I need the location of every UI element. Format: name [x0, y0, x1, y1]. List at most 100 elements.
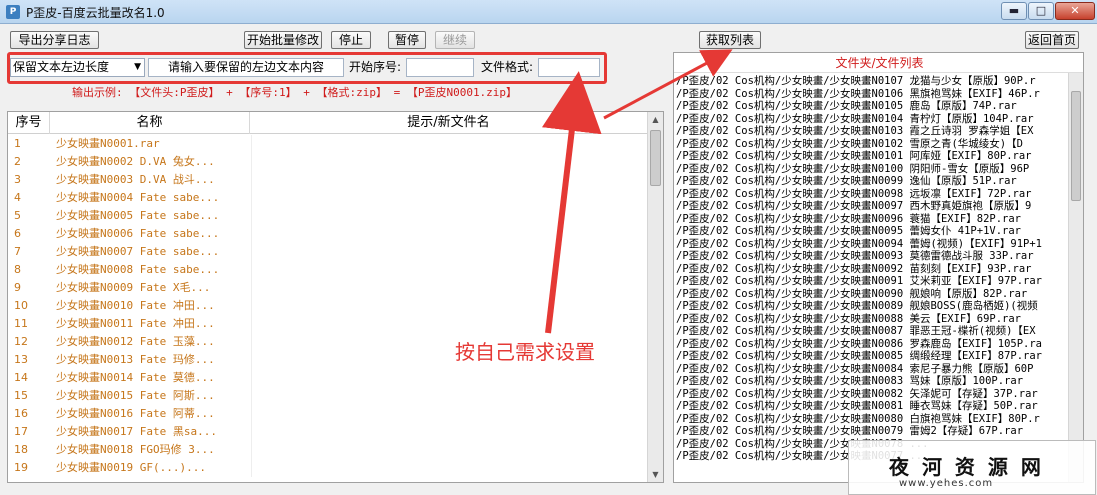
- scroll-thumb[interactable]: [1071, 91, 1081, 201]
- table-row[interactable]: 4 少女映畫N0004 Fate sabe...: [8, 189, 648, 207]
- row-name: 少女映畫N0015 Fate 阿斯...: [56, 389, 215, 402]
- row-name: 少女映畫N0001.rar: [56, 137, 160, 150]
- list-item[interactable]: /P歪皮/02 Cos机构/少女映畫/少女映畫N0085 绸缎经理【EXIF】8…: [676, 350, 1066, 363]
- row-new-name: [251, 171, 252, 189]
- format-label: 文件格式:: [481, 60, 534, 74]
- list-item[interactable]: /P歪皮/02 Cos机构/少女映畫/少女映畫N0099 逸仙【原版】51P.r…: [676, 175, 1066, 188]
- list-item[interactable]: /P歪皮/02 Cos机构/少女映畫/少女映畫N0079 雷姆2【存疑】67P.…: [676, 425, 1066, 438]
- table-scrollbar[interactable]: ▲ ▼: [647, 112, 663, 482]
- file-list: /P歪皮/02 Cos机构/少女映畫/少女映畫N0107 龙猫与少女【原版】90…: [676, 75, 1066, 463]
- file-list-panel[interactable]: 文件夹/文件列表 /P歪皮/02 Cos机构/少女映畫/少女映畫N0107 龙猫…: [673, 52, 1084, 483]
- list-item[interactable]: /P歪皮/02 Cos机构/少女映畫/少女映畫N0092 苗刻刻【EXIF】93…: [676, 263, 1066, 276]
- list-item[interactable]: /P歪皮/02 Cos机构/少女映畫/少女映畫N0084 索尼子暴力熊【原版】6…: [676, 363, 1066, 376]
- format-input[interactable]: [538, 58, 600, 77]
- rename-table[interactable]: 序号 名称 提示/新文件名 1 少女映畫N0001.rar 2 少女映畫N0002 D…: [7, 111, 664, 483]
- watermark-logo: 夜 河 资 源 网 www.yehes.com: [848, 440, 1096, 495]
- back-home-button[interactable]: 返回首页: [1025, 31, 1079, 49]
- list-item[interactable]: /P歪皮/02 Cos机构/少女映畫/少女映畫N0083 骂妹【原版】100P.…: [676, 375, 1066, 388]
- maximize-button[interactable]: □: [1028, 2, 1054, 20]
- output-example-text: 输出示例: 【文件头:P歪皮】 + 【序号:1】 + 【格式:zip】 = 【P…: [72, 86, 518, 99]
- list-item[interactable]: /P歪皮/02 Cos机构/少女映畫/少女映畫N0100 阴阳师-雪女【原版】9…: [676, 163, 1066, 176]
- keep-text-input[interactable]: 请输入要保留的左边文本内容: [148, 58, 344, 77]
- resume-button[interactable]: 继续: [435, 31, 475, 49]
- list-item[interactable]: /P歪皮/02 Cos机构/少女映畫/少女映畫N0086 罗森鹿岛【EXIF】1…: [676, 338, 1066, 351]
- row-name: 少女映畫N0013 Fate 玛修...: [56, 353, 215, 366]
- table-row[interactable]: 3 少女映畫N0003 D.VA 战斗...: [8, 171, 648, 189]
- list-item[interactable]: /P歪皮/02 Cos机构/少女映畫/少女映畫N0096 蓑猫【EXIF】82P…: [676, 213, 1066, 226]
- row-new-name: [251, 441, 252, 459]
- list-item[interactable]: /P歪皮/02 Cos机构/少女映畫/少女映畫N0102 雪原之青(华城绫女)【…: [676, 138, 1066, 151]
- list-item[interactable]: /P歪皮/02 Cos机构/少女映畫/少女映畫N0107 龙猫与少女【原版】90…: [676, 75, 1066, 88]
- file-list-scrollbar[interactable]: [1068, 73, 1083, 482]
- list-item[interactable]: /P歪皮/02 Cos机构/少女映畫/少女映畫N0091 艾米莉亚【EXIF】9…: [676, 275, 1066, 288]
- watermark-title: 夜 河 资 源 网: [889, 455, 1044, 479]
- row-name: 少女映畫N0016 Fate 阿蒂...: [56, 407, 215, 420]
- table-row[interactable]: 1 少女映畫N0001.rar: [8, 135, 648, 153]
- column-header-new-name[interactable]: 提示/新文件名: [250, 112, 648, 134]
- list-item[interactable]: /P歪皮/02 Cos机构/少女映畫/少女映畫N0103 霞之丘诗羽 罗森学姐【…: [676, 125, 1066, 138]
- table-row[interactable]: 5 少女映畫N0005 Fate sabe...: [8, 207, 648, 225]
- scroll-up-icon[interactable]: ▲: [648, 112, 663, 127]
- column-header-no[interactable]: 序号: [8, 112, 50, 134]
- row-name: 少女映畫N0006 Fate sabe...: [56, 227, 220, 240]
- list-item[interactable]: /P歪皮/02 Cos机构/少女映畫/少女映畫N0101 阿库娅【EXIF】80…: [676, 150, 1066, 163]
- list-item[interactable]: /P歪皮/02 Cos机构/少女映畫/少女映畫N0105 鹿岛【原版】74P.r…: [676, 100, 1066, 113]
- fetch-list-button[interactable]: 获取列表: [699, 31, 761, 49]
- scroll-down-icon[interactable]: ▼: [648, 467, 663, 482]
- row-number: 13: [14, 353, 28, 366]
- table-row[interactable]: 19 少女映畫N0019 GF(...)...: [8, 459, 648, 477]
- start-rename-button[interactable]: 开始批量修改: [244, 31, 322, 49]
- annotation-note: 按自己需求设置: [455, 340, 595, 364]
- list-item[interactable]: /P歪皮/02 Cos机构/少女映畫/少女映畫N0098 远坂凛【EXIF】72…: [676, 188, 1066, 201]
- list-item[interactable]: /P歪皮/02 Cos机构/少女映畫/少女映畫N0106 黑旗袍骂妹【EXIF】…: [676, 88, 1066, 101]
- export-log-button[interactable]: 导出分享日志: [10, 31, 99, 49]
- column-header-name[interactable]: 名称: [50, 112, 250, 134]
- row-number: 4: [14, 191, 21, 204]
- row-new-name: [251, 423, 252, 441]
- table-row[interactable]: 2 少女映畫N0002 D.VA 兔女...: [8, 153, 648, 171]
- row-number: 6: [14, 227, 21, 240]
- close-button[interactable]: ✕: [1055, 2, 1095, 20]
- list-item[interactable]: /P歪皮/02 Cos机构/少女映畫/少女映畫N0095 蕾姆女仆 41P+1V…: [676, 225, 1066, 238]
- mode-select[interactable]: 保留文本左边长度 ▼: [10, 58, 145, 77]
- list-item[interactable]: /P歪皮/02 Cos机构/少女映畫/少女映畫N0088 美云【EXIF】69P…: [676, 313, 1066, 326]
- table-row[interactable]: 8 少女映畫N0008 Fate sabe...: [8, 261, 648, 279]
- table-row[interactable]: 7 少女映畫N0007 Fate sabe...: [8, 243, 648, 261]
- serial-input[interactable]: [406, 58, 474, 77]
- list-item[interactable]: /P歪皮/02 Cos机构/少女映畫/少女映畫N0093 莫德雷德战斗服 33P…: [676, 250, 1066, 263]
- list-item[interactable]: /P歪皮/02 Cos机构/少女映畫/少女映畫N0089 舰娘BOSS(鹿岛栖姬…: [676, 300, 1066, 313]
- list-item[interactable]: /P歪皮/02 Cos机构/少女映畫/少女映畫N0097 西木野真姫旗袍【原版】…: [676, 200, 1066, 213]
- table-row[interactable]: 11 少女映畫N0011 Fate 冲田...: [8, 315, 648, 333]
- row-number: 16: [14, 407, 28, 420]
- row-new-name: [251, 387, 252, 405]
- table-row[interactable]: 14 少女映畫N0014 Fate 莫德...: [8, 369, 648, 387]
- row-new-name: [251, 351, 252, 369]
- table-row[interactable]: 10 少女映畫N0010 Fate 冲田...: [8, 297, 648, 315]
- list-item[interactable]: /P歪皮/02 Cos机构/少女映畫/少女映畫N0090 舰娘响【原版】82P.…: [676, 288, 1066, 301]
- list-item[interactable]: /P歪皮/02 Cos机构/少女映畫/少女映畫N0080 白旗袍骂妹【EXIF】…: [676, 413, 1066, 426]
- table-row[interactable]: 15 少女映畫N0015 Fate 阿斯...: [8, 387, 648, 405]
- row-name: 少女映畫N0003 D.VA 战斗...: [56, 173, 215, 186]
- row-number: 15: [14, 389, 28, 402]
- row-new-name: [251, 459, 252, 477]
- row-new-name: [251, 225, 252, 243]
- list-item[interactable]: /P歪皮/02 Cos机构/少女映畫/少女映畫N0081 睡衣骂妹【存疑】50P…: [676, 400, 1066, 413]
- row-number: 3: [14, 173, 21, 186]
- window-title: P歪皮-百度云批量改名1.0: [26, 6, 165, 20]
- stop-button[interactable]: 停止: [331, 31, 371, 49]
- table-row[interactable]: 6 少女映畫N0006 Fate sabe...: [8, 225, 648, 243]
- list-item[interactable]: /P歪皮/02 Cos机构/少女映畫/少女映畫N0104 青柠灯【原版】104P…: [676, 113, 1066, 126]
- table-row[interactable]: 17 少女映畫N0017 Fate 黑sa...: [8, 423, 648, 441]
- list-item[interactable]: /P歪皮/02 Cos机构/少女映畫/少女映畫N0082 矢泽妮可【存疑】37P…: [676, 388, 1066, 401]
- table-row[interactable]: 9 少女映畫N0009 Fate X毛...: [8, 279, 648, 297]
- scroll-thumb[interactable]: [650, 130, 661, 186]
- list-item[interactable]: /P歪皮/02 Cos机构/少女映畫/少女映畫N0094 蕾姆(视频)【EXIF…: [676, 238, 1066, 251]
- pause-button[interactable]: 暂停: [388, 31, 426, 49]
- row-new-name: [251, 261, 252, 279]
- list-item[interactable]: /P歪皮/02 Cos机构/少女映畫/少女映畫N0087 罪恶王冠-楪祈(视频)…: [676, 325, 1066, 338]
- row-name: 少女映畫N0005 Fate sabe...: [56, 209, 220, 222]
- table-header: 序号 名称 提示/新文件名: [8, 112, 648, 134]
- table-row[interactable]: 18 少女映畫N0018 FGO玛修 3...: [8, 441, 648, 459]
- minimize-button[interactable]: ▬: [1001, 2, 1027, 20]
- table-row[interactable]: 16 少女映畫N0016 Fate 阿蒂...: [8, 405, 648, 423]
